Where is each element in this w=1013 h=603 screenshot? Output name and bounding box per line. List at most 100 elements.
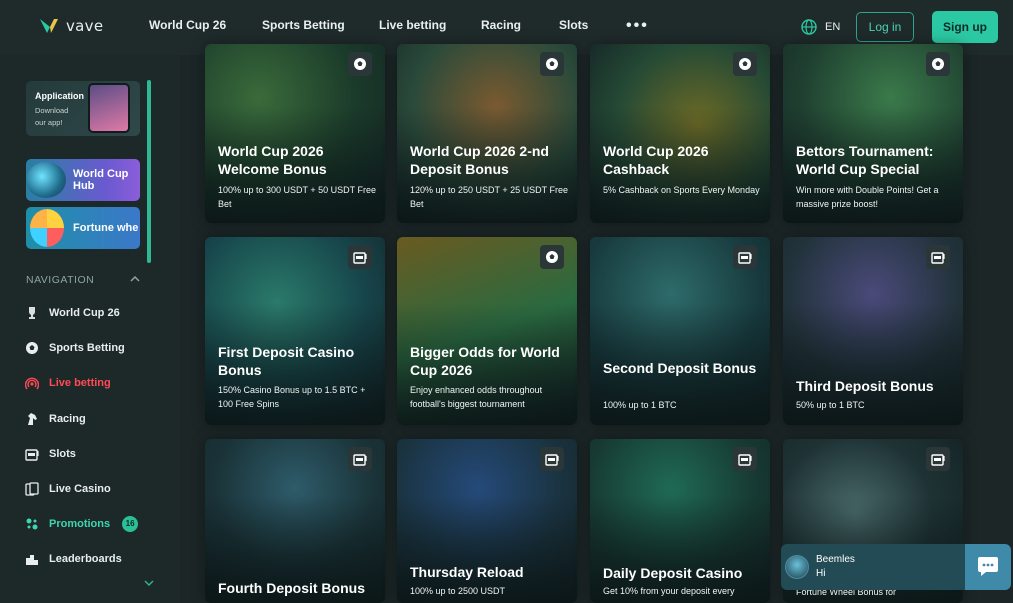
sidebar-item-leaderboards[interactable]: Leaderboards	[24, 551, 122, 567]
nav-racing[interactable]: Racing	[481, 18, 521, 32]
login-button[interactable]: Log in	[856, 12, 914, 42]
sidebar-item-promotions[interactable]: Promotions 16	[24, 516, 139, 532]
soccer-ball-icon	[24, 340, 40, 356]
globe-icon[interactable]	[801, 19, 817, 35]
sidebar-item-label: World Cup 26	[49, 307, 120, 319]
soccer-ball-icon	[540, 52, 564, 76]
promo-card-description: 5% Cashback on Sports Every Monday	[603, 185, 760, 195]
slot-machine-icon	[348, 447, 372, 471]
chat-bubble-icon	[978, 557, 998, 576]
sidebar-item-racing[interactable]: Racing	[24, 411, 86, 427]
cards-icon	[24, 481, 40, 497]
promotions-count-badge: 16	[122, 516, 139, 532]
promo-card-description: 100% up to 300 USDT + 50 USDT Free Bet	[218, 185, 377, 209]
chat-open-button[interactable]	[965, 544, 1011, 590]
leaderboard-icon	[24, 551, 40, 567]
promo-card-title: Fourth Deposit Bonus	[218, 580, 365, 596]
sidebar-item-sports-betting[interactable]: Sports Betting	[24, 340, 125, 356]
sidebar-item-label: Sports Betting	[49, 342, 125, 354]
promo-card-description: Enjoy enhanced odds throughout football'…	[410, 385, 543, 409]
chat-message: Hi	[816, 568, 826, 579]
agent-avatar	[785, 555, 809, 579]
trophy-icon	[24, 305, 40, 321]
sidebar-item-label: Live betting	[49, 377, 111, 389]
fortune-wheel-label: Fortune whe	[73, 222, 139, 234]
promo-card[interactable]: World Cup 2026 2-nd Deposit Bonus 120% up…	[397, 44, 577, 223]
slot-machine-icon	[733, 245, 757, 269]
more-menu-button[interactable]: •••	[626, 17, 649, 35]
stadium-image	[26, 162, 66, 198]
soccer-ball-icon	[348, 52, 372, 76]
promo-card[interactable]: Bigger Odds for World Cup 2026 Enjoy enha…	[397, 237, 577, 425]
promo-card[interactable]: First Deposit Casino Bonus 150% Casino Bo…	[205, 237, 385, 425]
sidebar-item-label: Racing	[49, 413, 86, 425]
signup-button[interactable]: Sign up	[932, 11, 998, 43]
soccer-ball-icon	[733, 52, 757, 76]
chat-agent-name: Beemles	[816, 554, 855, 565]
promo-card-title: Bigger Odds for World Cup 2026	[410, 344, 560, 378]
promo-card-title: Daily Deposit Casino	[603, 565, 743, 581]
slot-machine-icon	[926, 447, 950, 471]
language-selector[interactable]: EN	[825, 21, 840, 33]
fortune-wheel-image	[30, 209, 64, 247]
promo-card-title: Thursday Reload	[410, 564, 524, 580]
promo-card-title: Third Deposit Bonus	[796, 378, 934, 394]
soccer-ball-icon	[926, 52, 950, 76]
promo-card[interactable]: Fourth Deposit Bonus	[205, 439, 385, 603]
promo-card-title: Second Deposit Bonus	[603, 360, 757, 376]
promo-card-description: 50% up to 1 BTC	[796, 400, 865, 410]
sidebar-item-label: Slots	[49, 448, 76, 460]
app-download-banner[interactable]: Application Download our app!	[26, 81, 140, 136]
live-signal-icon	[24, 375, 40, 391]
promo-card[interactable]: Second Deposit Bonus 100% up to 1 BTC	[590, 237, 770, 425]
app-banner-text: Download our app!	[35, 106, 69, 127]
sidebar-item-live-betting[interactable]: Live betting	[24, 375, 111, 391]
promo-card[interactable]: World Cup 2026 Cashback 5% Cashback on Sp…	[590, 44, 770, 223]
promo-card-title: World Cup 2026 Cashback	[603, 143, 709, 177]
vave-logo[interactable]: vave	[38, 16, 103, 36]
sidebar-scrollbar[interactable]	[147, 80, 151, 263]
app-banner-title: Application	[35, 91, 84, 101]
promo-card[interactable]: World Cup 2026 Welcome Bonus 100% up to 3…	[205, 44, 385, 223]
slot-machine-icon	[733, 447, 757, 471]
slot-machine-icon	[348, 245, 372, 269]
nav-live-betting[interactable]: Live betting	[379, 18, 446, 32]
slot-machine-icon	[24, 446, 40, 462]
promo-card[interactable]: Thursday Reload 100% up to 2500 USDT	[397, 439, 577, 603]
nav-sports-betting[interactable]: Sports Betting	[262, 18, 345, 32]
slot-machine-icon	[540, 447, 564, 471]
sidebar-item-label: Leaderboards	[49, 553, 122, 565]
promo-card-title: World Cup 2026 2-nd Deposit Bonus	[410, 143, 549, 177]
promo-card-description: Win more with Double Points! Get a massi…	[796, 185, 939, 209]
chevron-down-icon[interactable]	[144, 579, 154, 587]
sidebar: Application Download our app! World Cup Hu…	[0, 55, 180, 603]
logo-text: vave	[66, 17, 104, 35]
slot-machine-icon	[926, 245, 950, 269]
promotions-icon	[24, 516, 40, 532]
sidebar-item-live-casino[interactable]: Live Casino	[24, 481, 111, 497]
chat-preview[interactable]: Beemles Hi	[781, 544, 965, 590]
promo-card-title: World Cup 2026 Welcome Bonus	[218, 143, 327, 177]
nav-world-cup-26[interactable]: World Cup 26	[149, 18, 226, 32]
world-cup-hub-banner[interactable]: World Cup Hub	[26, 159, 140, 201]
horse-icon	[24, 411, 40, 427]
phone-image	[88, 83, 130, 133]
fortune-wheel-banner[interactable]: Fortune whe	[26, 207, 140, 249]
logo-mark-icon	[40, 19, 58, 33]
sidebar-item-label: Promotions	[49, 518, 111, 530]
sidebar-item-slots[interactable]: Slots	[24, 446, 76, 462]
promo-card-description: 100% up to 2500 USDT	[410, 586, 506, 596]
promo-card-description: 150% Casino Bonus up to 1.5 BTC + 100 Fr…	[218, 385, 366, 409]
promo-card[interactable]: Bettors Tournament: World Cup Special Win…	[783, 44, 963, 223]
promo-card[interactable]: Third Deposit Bonus 50% up to 1 BTC	[783, 237, 963, 425]
navigation-heading: NAVIGATION	[26, 274, 95, 286]
nav-slots[interactable]: Slots	[559, 18, 588, 32]
promo-card[interactable]: Daily Deposit Casino Get 10% from your de…	[590, 439, 770, 603]
soccer-ball-icon	[540, 245, 564, 269]
world-cup-hub-label: World Cup Hub	[73, 168, 129, 192]
sidebar-item-world-cup-26[interactable]: World Cup 26	[24, 305, 120, 321]
sidebar-item-label: Live Casino	[49, 483, 111, 495]
chevron-up-icon[interactable]	[129, 273, 141, 285]
promo-card-description: 120% up to 250 USDT + 25 USDT Free Bet	[410, 185, 569, 209]
promo-card-description: 100% up to 1 BTC	[603, 400, 677, 410]
